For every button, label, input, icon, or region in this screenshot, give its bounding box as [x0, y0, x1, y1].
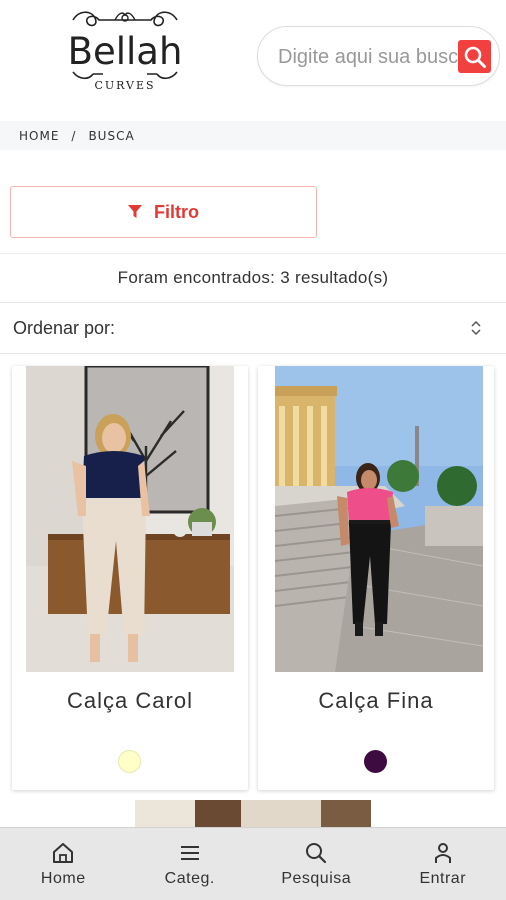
- product-image[interactable]: [275, 366, 483, 672]
- product-image[interactable]: [26, 366, 234, 672]
- search-bar: [257, 26, 500, 86]
- product-card[interactable]: Calça Carol: [12, 366, 248, 790]
- breadcrumb-separator: /: [71, 128, 77, 143]
- nav-login-label: Entrar: [419, 870, 467, 887]
- search-icon: [306, 843, 327, 864]
- sort-chevron-icon: [471, 320, 481, 336]
- nav-categories[interactable]: Categ.: [127, 828, 254, 900]
- breadcrumb: HOME / BUSCA: [0, 121, 506, 150]
- color-swatch[interactable]: [364, 750, 387, 773]
- menu-icon: [180, 846, 199, 860]
- nav-categories-label: Categ.: [164, 870, 215, 887]
- sort-select[interactable]: Ordenar por:: [0, 304, 506, 354]
- header: Bellah CURVES: [0, 0, 506, 120]
- brand-name: Bellah: [67, 30, 183, 73]
- filter-button[interactable]: Filtro: [10, 186, 317, 238]
- product-image-peek[interactable]: [135, 800, 371, 830]
- home-icon: [53, 843, 74, 863]
- sort-label: Ordenar por:: [13, 318, 116, 338]
- nav-home[interactable]: Home: [0, 828, 127, 900]
- results-count: Foram encontrados: 3 resultado(s): [0, 253, 506, 303]
- bottom-nav: Home Categ. Pesquisa Entrar: [0, 827, 506, 900]
- search-input[interactable]: [278, 42, 458, 72]
- color-swatch[interactable]: [118, 750, 141, 773]
- breadcrumb-current: BUSCA: [88, 128, 135, 143]
- product-name[interactable]: Calça Carol: [12, 688, 248, 714]
- product-name[interactable]: Calça Fina: [258, 688, 494, 714]
- nav-search-label: Pesquisa: [281, 870, 352, 887]
- breadcrumb-home[interactable]: HOME: [19, 129, 59, 143]
- nav-login[interactable]: Entrar: [380, 828, 506, 900]
- product-card[interactable]: Calça Fina: [258, 366, 494, 790]
- search-icon: [464, 46, 486, 68]
- filter-icon: [128, 205, 142, 218]
- nav-search[interactable]: Pesquisa: [253, 828, 380, 900]
- filter-label: Filtro: [154, 201, 199, 222]
- brand-tagline: CURVES: [94, 79, 156, 92]
- logo-ornament-top: [72, 11, 178, 27]
- nav-home-label: Home: [40, 870, 86, 887]
- logo[interactable]: Bellah CURVES: [66, 8, 184, 108]
- search-button[interactable]: [458, 40, 491, 73]
- user-icon: [434, 843, 451, 863]
